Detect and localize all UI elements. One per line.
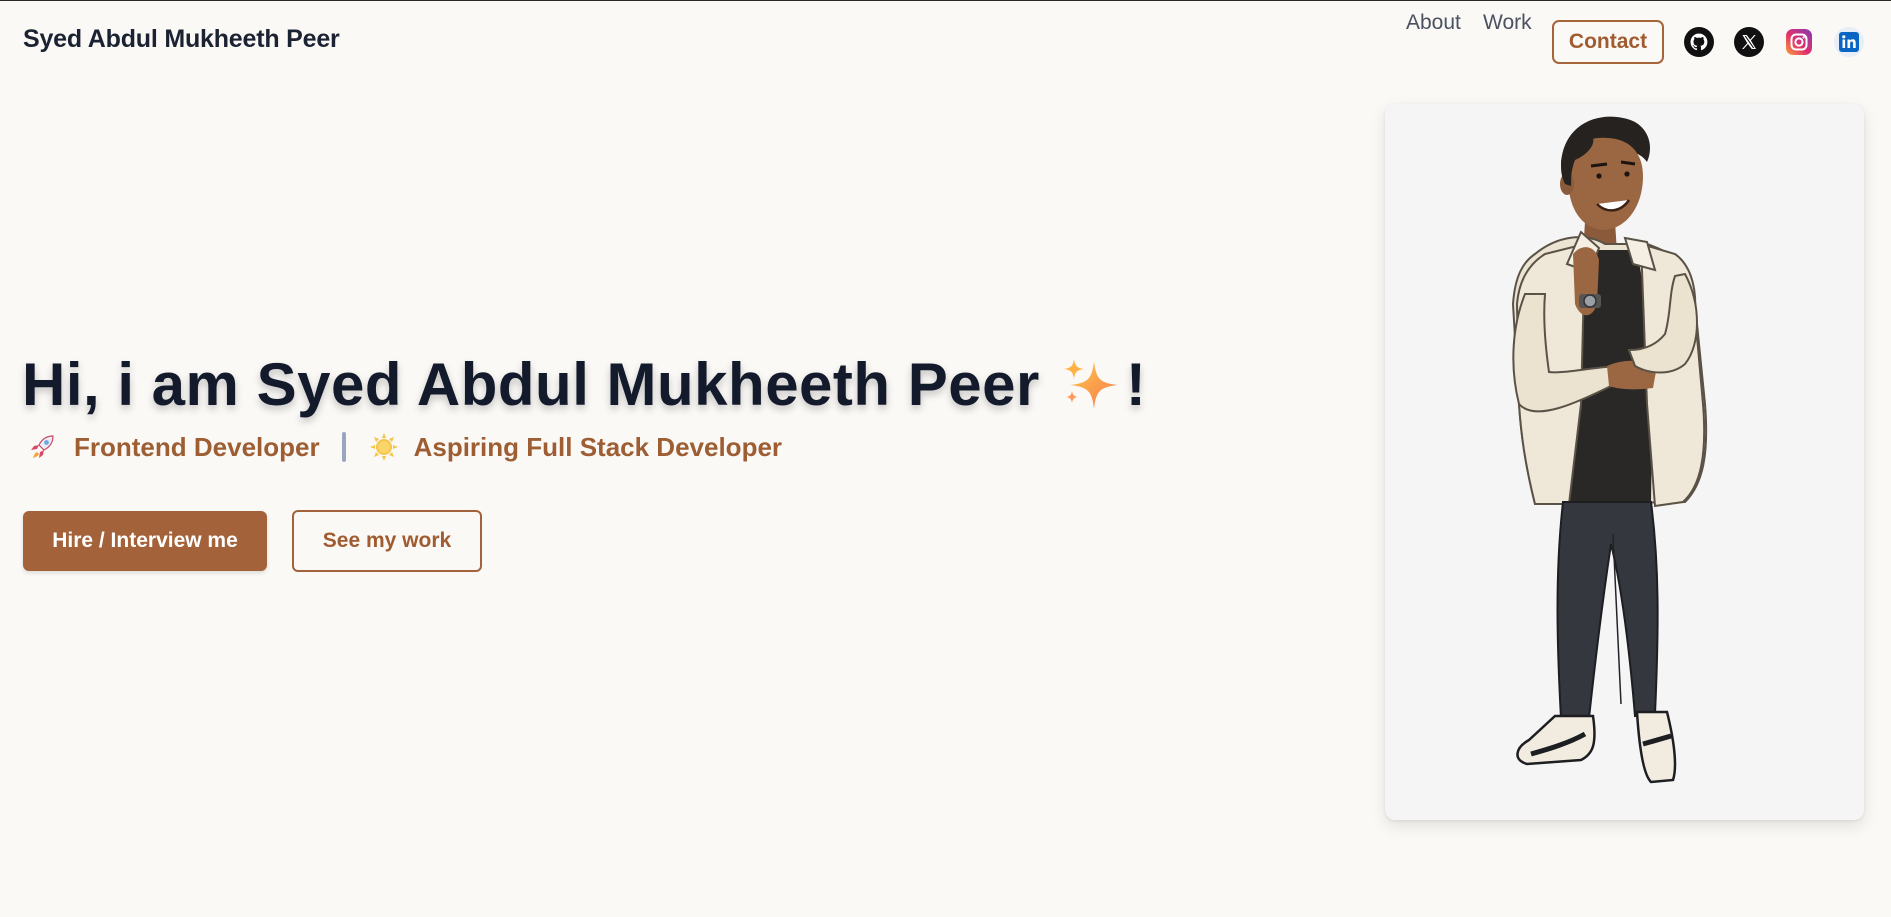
nav-about[interactable]: About: [1406, 11, 1461, 35]
hero-heading: Hi, i am Syed Abdul Mukheeth Peer !: [22, 350, 1146, 419]
instagram-icon[interactable]: [1784, 27, 1814, 57]
role-line: Frontend Developer Aspiring Full Stack D…: [26, 427, 782, 467]
contact-button[interactable]: Contact: [1552, 20, 1664, 64]
nav-work[interactable]: Work: [1483, 11, 1532, 35]
brand-name[interactable]: Syed Abdul Mukheeth Peer: [23, 25, 340, 54]
portrait-card: [1385, 104, 1864, 820]
x-icon[interactable]: [1734, 27, 1764, 57]
rocket-icon: [31, 435, 54, 458]
hero-title-text: Hi, i am Syed Abdul Mukheeth Peer: [22, 351, 1040, 418]
role-frontend: Frontend Developer: [74, 431, 320, 462]
role-divider: [341, 432, 346, 462]
github-icon[interactable]: [1684, 27, 1714, 57]
site-header: Syed Abdul Mukheeth Peer About Work Cont…: [0, 1, 1891, 79]
sun-icon: [369, 433, 398, 461]
linkedin-icon[interactable]: [1834, 27, 1864, 57]
see-work-button[interactable]: See my work: [292, 510, 482, 572]
avatar-illustration: [1511, 116, 1708, 784]
hero-title-exclamation: !: [1125, 351, 1147, 418]
role-fullstack: Aspiring Full Stack Developer: [413, 431, 783, 462]
sparkles-icon: [1063, 359, 1118, 409]
hire-button[interactable]: Hire / Interview me: [23, 511, 267, 571]
